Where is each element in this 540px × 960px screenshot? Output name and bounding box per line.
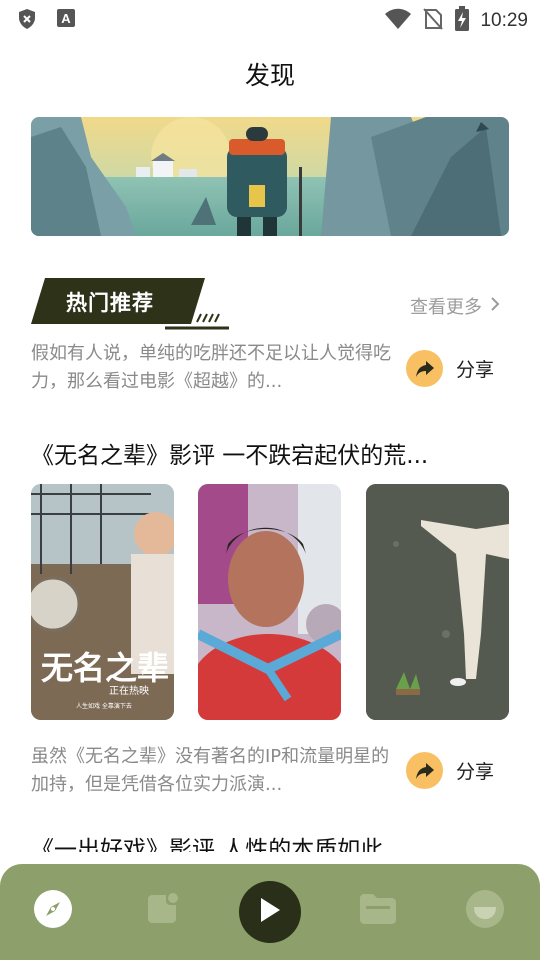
see-more-link[interactable]: 查看更多 [410,293,500,319]
thumbnail-image[interactable] [198,484,341,720]
see-more-label: 查看更多 [410,297,482,318]
folder-icon [358,892,398,930]
smile-icon [465,889,505,933]
thumbnail-caption: 无名之辈 [41,649,169,687]
share-icon [406,350,443,387]
article-title[interactable]: 《无名之辈》影评 一不跌宕起伏的荒... [31,436,501,470]
share-label: 分享 [456,761,495,783]
thumbnail-image[interactable] [366,484,509,720]
share-icon [406,752,443,789]
status-bar: A 10:29 [0,0,540,36]
no-sim-icon [422,7,444,35]
share-button[interactable]: 分享 [406,752,494,789]
thumbnail-sub: 正在热映 [109,684,149,697]
share-button[interactable]: 分享 [406,350,494,387]
article-title[interactable]: 《一出好戏》影评 人性的本质如此 [31,836,501,852]
compass-icon [33,889,73,933]
nav-discover[interactable] [33,889,73,933]
share-label: 分享 [456,359,495,381]
play-button[interactable] [239,881,301,943]
wifi-icon [384,8,412,34]
battery-charging-icon [454,6,470,36]
thumbnail-tag: 人生如戏 全靠演下去 [76,702,132,710]
banner-image[interactable] [31,117,509,236]
svg-text:A: A [61,11,71,26]
thumbnail-row: 无名之辈 正在热映 人生如戏 全靠演下去 [31,484,511,720]
article-summary[interactable]: 假如有人说，单纯的吃胖还不足以让人觉得吃力，那么看过电影《超越》的... [31,340,393,396]
article-summary[interactable]: 虽然《无名之辈》没有著名的IP和流量明星的加持，但是凭借各位实力派演... [31,743,393,799]
status-time: 10:29 [480,10,528,31]
thumbnail-image[interactable]: 无名之辈 正在热映 人生如戏 全靠演下去 [31,484,174,720]
chevron-right-icon [490,296,500,317]
bottom-nav [0,864,540,960]
nav-library[interactable] [358,891,398,931]
page-title: 发现 [244,61,295,90]
play-icon [257,896,283,928]
nav-notes[interactable] [142,891,182,931]
shield-x-icon [16,8,38,34]
font-a-icon: A [56,8,76,34]
nav-profile[interactable] [465,889,505,933]
section-title: 热门推荐 [66,291,154,315]
notes-icon [144,891,180,931]
article-title-text: 《一出好戏》影评 人性的本质如此 [31,837,384,852]
